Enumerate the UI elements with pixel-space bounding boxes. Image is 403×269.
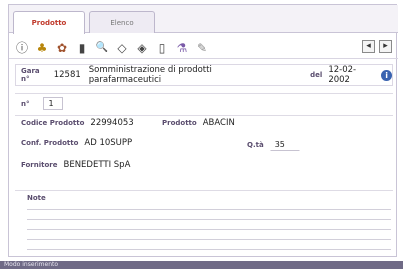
conf-label: Conf. Prodotto — [21, 139, 79, 147]
nav-buttons: ◂ ▸ — [362, 40, 392, 53]
note-line — [27, 219, 391, 220]
note-line — [27, 249, 391, 250]
save-icon[interactable]: ◈ — [133, 39, 151, 57]
codice-field: Codice Prodotto 22994053 — [21, 118, 134, 128]
date-label: del — [310, 71, 323, 79]
toolbar: ⓘ ♣ ✿ ▮ 🔍 ◇ ◈ ▯ ⚗ ✎ ◂ ▸ — [9, 37, 398, 59]
note-field: Note — [27, 194, 46, 202]
divider — [15, 115, 393, 116]
search-icon[interactable]: 🔍 — [93, 39, 111, 57]
conf-field: Conf. Prodotto AD 10SUPP — [21, 138, 132, 148]
prodotto-value[interactable]: ABACIN — [203, 118, 235, 128]
note-line — [27, 229, 391, 230]
fornitore-value[interactable]: BENEDETTI SpA — [64, 160, 131, 170]
note-line — [27, 209, 391, 210]
divider — [15, 93, 393, 94]
form-window: Prodotto Elenco ⓘ ♣ ✿ ▮ 🔍 ◇ ◈ ▯ ⚗ ✎ ◂ ▸ … — [8, 4, 398, 257]
note-textarea[interactable] — [27, 205, 391, 253]
tag-icon[interactable]: ♣ — [33, 39, 51, 57]
tab-bar: Prodotto Elenco — [9, 5, 398, 34]
n-field: n° 1 — [21, 97, 64, 110]
n-label: n° — [21, 99, 30, 108]
gara-date: 12-02-2002 — [328, 65, 357, 85]
package-icon[interactable]: ✿ — [53, 39, 71, 57]
tab-prodotto[interactable]: Prodotto — [13, 11, 85, 34]
gara-label: Gara n° — [21, 67, 40, 83]
n-input[interactable]: 1 — [43, 97, 64, 110]
prodotto-label: Prodotto — [162, 119, 197, 127]
divider — [15, 190, 393, 191]
fornitore-field: Fornitore BENEDETTI SpA — [21, 160, 130, 170]
qta-field: Q.tà 35 — [247, 138, 300, 151]
bottle-icon[interactable]: ▯ — [153, 39, 171, 57]
edit-icon[interactable]: ✎ — [193, 39, 211, 57]
tab-elenco[interactable]: Elenco — [89, 11, 155, 33]
flask-icon[interactable]: ⚗ — [173, 39, 191, 57]
next-button[interactable]: ▸ — [379, 40, 392, 53]
note-label: Note — [27, 194, 46, 202]
qta-input[interactable]: 35 — [269, 138, 300, 151]
info-icon[interactable]: ⓘ — [13, 39, 31, 57]
prodotto-field: Prodotto ABACIN — [162, 118, 235, 128]
info-circle-icon[interactable]: i — [381, 69, 392, 81]
note-line — [27, 239, 391, 240]
gara-number: 12581 — [53, 70, 81, 80]
codice-value[interactable]: 22994053 — [90, 118, 133, 128]
conf-value[interactable]: AD 10SUPP — [84, 138, 132, 148]
codice-label: Codice Prodotto — [21, 119, 85, 127]
qta-label: Q.tà — [247, 140, 264, 149]
fornitore-label: Fornitore — [21, 161, 58, 169]
status-text: Modo inserimento — [4, 261, 59, 268]
gara-description: Somministrazione di prodotti parafarmace… — [88, 65, 212, 85]
status-bar: Modo inserimento — [0, 261, 403, 269]
gara-header: Gara n° 12581 Somministrazione di prodot… — [15, 64, 393, 86]
print-icon[interactable]: ◇ — [113, 39, 131, 57]
prev-button[interactable]: ◂ — [362, 40, 375, 53]
trash-icon[interactable]: ▮ — [73, 39, 91, 57]
